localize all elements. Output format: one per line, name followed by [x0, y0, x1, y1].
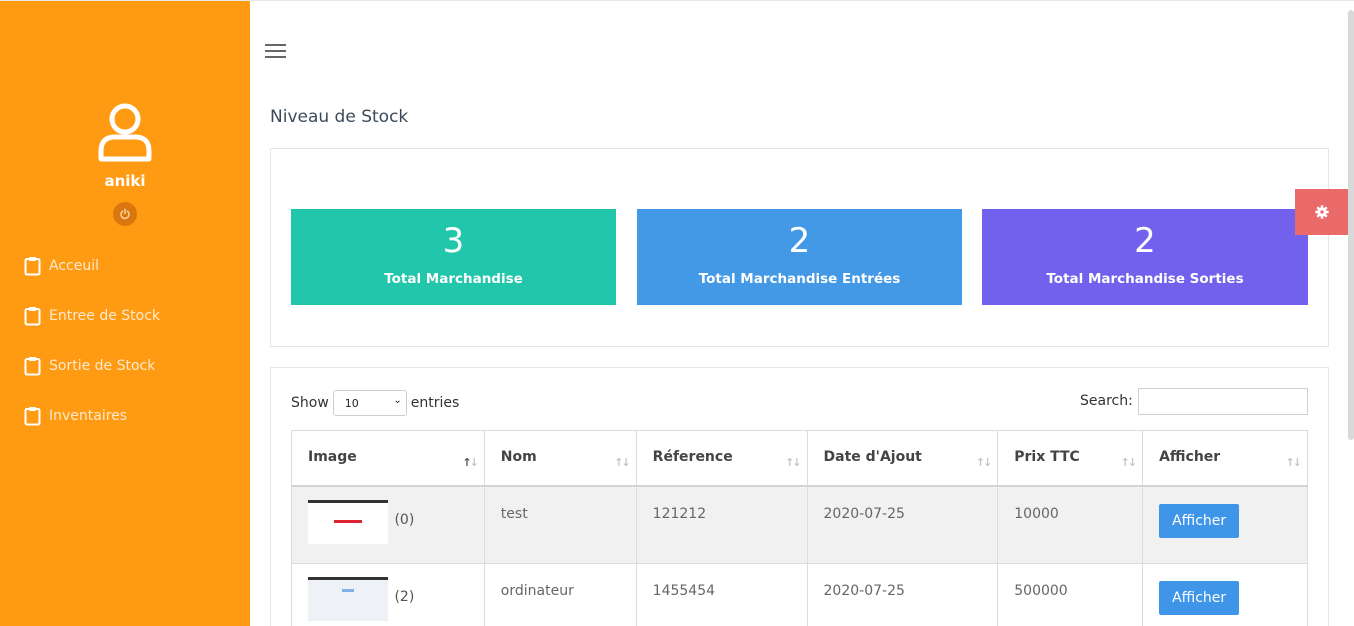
date-cell: 2020-07-25: [806, 485, 999, 564]
image-cell: (0): [291, 485, 485, 564]
username: aniki: [104, 172, 146, 190]
product-thumbnail[interactable]: [308, 499, 388, 544]
stat-label: Total Marchandise Entrées: [698, 271, 901, 287]
stat-value: 3: [442, 221, 465, 261]
sidebar-item-inventaires[interactable]: Inventaires: [24, 404, 127, 428]
stat-label: Total Marchandise Sorties: [1046, 271, 1244, 287]
column-header-label: Réference: [652, 449, 733, 465]
sort-icon: ↑↓: [975, 456, 993, 469]
sort-icon: ↑↓: [1120, 456, 1138, 469]
sort-icon: ↑↓: [1285, 456, 1303, 469]
column-header-label: Image: [308, 449, 357, 465]
clipboard-icon: [24, 407, 41, 426]
sidebar-item-acceuil[interactable]: Acceuil: [24, 254, 99, 278]
afficher-button[interactable]: Afficher: [1159, 581, 1240, 615]
stat-card-sorties: 2 Total Marchandise Sorties: [982, 209, 1308, 305]
prix-cell: 500000: [997, 563, 1144, 626]
user-icon: [98, 103, 152, 162]
nom-cell: ordinateur: [483, 563, 637, 626]
page-size-select[interactable]: 10 ⌄: [332, 390, 407, 416]
stat-value: 2: [1134, 221, 1156, 261]
stat-label: Total Marchandise: [384, 271, 523, 287]
clipboard-icon: [24, 357, 41, 376]
sort-icon: ↑↓: [614, 456, 631, 469]
sort-icon: ↑↓: [785, 456, 802, 469]
page-size-value: 10: [344, 396, 359, 410]
sidebar-item-sortie-de-stock[interactable]: Sortie de Stock: [24, 354, 155, 378]
nom-cell: test: [483, 485, 637, 564]
page-size-control: Show 10 ⌄ entries: [291, 390, 459, 416]
reference-cell: 1455454: [635, 563, 808, 626]
page-scrollbar[interactable]: [1348, 10, 1354, 440]
action-cell: Afficher: [1142, 563, 1308, 626]
image-cell: (2): [291, 563, 485, 626]
stat-value: 2: [788, 221, 811, 261]
chevron-down-icon: ⌄: [393, 395, 402, 406]
sidebar: aniki Acceuil Entree de Stock Sortie de …: [0, 0, 250, 626]
column-header-image[interactable]: Image ↑↓: [291, 430, 485, 487]
sidebar-item-label: Entree de Stock: [49, 308, 161, 324]
show-label: Show: [291, 395, 329, 411]
table-row: (2) ordinateur 1455454 2020-07-25 500000…: [291, 563, 1308, 626]
column-header-reference[interactable]: Réference ↑↓: [635, 430, 808, 487]
action-cell: Afficher: [1142, 485, 1308, 564]
prix-cell: 10000: [997, 485, 1144, 564]
gear-icon: [1315, 205, 1329, 219]
menu-icon[interactable]: [265, 43, 286, 59]
column-header-label: Nom: [500, 449, 537, 465]
page-title: Niveau de Stock: [270, 107, 409, 127]
clipboard-icon: [24, 307, 41, 326]
image-count: (0): [394, 511, 415, 528]
column-header-nom[interactable]: Nom ↑↓: [483, 430, 637, 487]
logout-button[interactable]: [113, 202, 137, 226]
table-row: (0) test 121212 2020-07-25 10000 Affiche…: [291, 485, 1308, 564]
stat-card-entrees: 2 Total Marchandise Entrées: [637, 209, 962, 305]
clipboard-icon: [24, 257, 41, 276]
date-cell: 2020-07-25: [806, 563, 999, 626]
search-input[interactable]: [1138, 388, 1308, 415]
power-icon: [120, 208, 130, 220]
reference-cell: 121212: [635, 485, 808, 564]
product-thumbnail[interactable]: [308, 577, 388, 621]
sort-icon: ↑↓: [462, 456, 479, 469]
sidebar-item-entree-de-stock[interactable]: Entree de Stock: [24, 304, 160, 328]
search-label: Search:: [1080, 393, 1133, 409]
image-count: (2): [394, 589, 415, 605]
topbar-divider: [250, 0, 1354, 1]
column-header-label: Date d'Ajout: [823, 449, 922, 465]
column-header-prix[interactable]: Prix TTC ↑↓: [997, 430, 1144, 487]
column-header-label: Prix TTC: [1014, 449, 1080, 465]
stock-table: Image ↑↓ Nom ↑↓ Réference ↑↓ Date d'Ajout ↑↓…: [291, 430, 1308, 626]
sidebar-item-label: Sortie de Stock: [49, 358, 156, 374]
entries-label: entries: [410, 395, 460, 411]
sidebar-item-label: Inventaires: [49, 408, 128, 424]
afficher-button[interactable]: Afficher: [1159, 503, 1240, 538]
column-header-date[interactable]: Date d'Ajout ↑↓: [806, 430, 999, 487]
column-header-label: Afficher: [1159, 449, 1221, 465]
settings-button[interactable]: [1295, 189, 1349, 235]
column-header-afficher[interactable]: Afficher ↑↓: [1142, 430, 1308, 487]
table-header-row: Image ↑↓ Nom ↑↓ Réference ↑↓ Date d'Ajout ↑↓…: [291, 430, 1308, 487]
sidebar-item-label: Acceuil: [49, 258, 99, 274]
stat-card-total: 3 Total Marchandise: [291, 209, 616, 305]
